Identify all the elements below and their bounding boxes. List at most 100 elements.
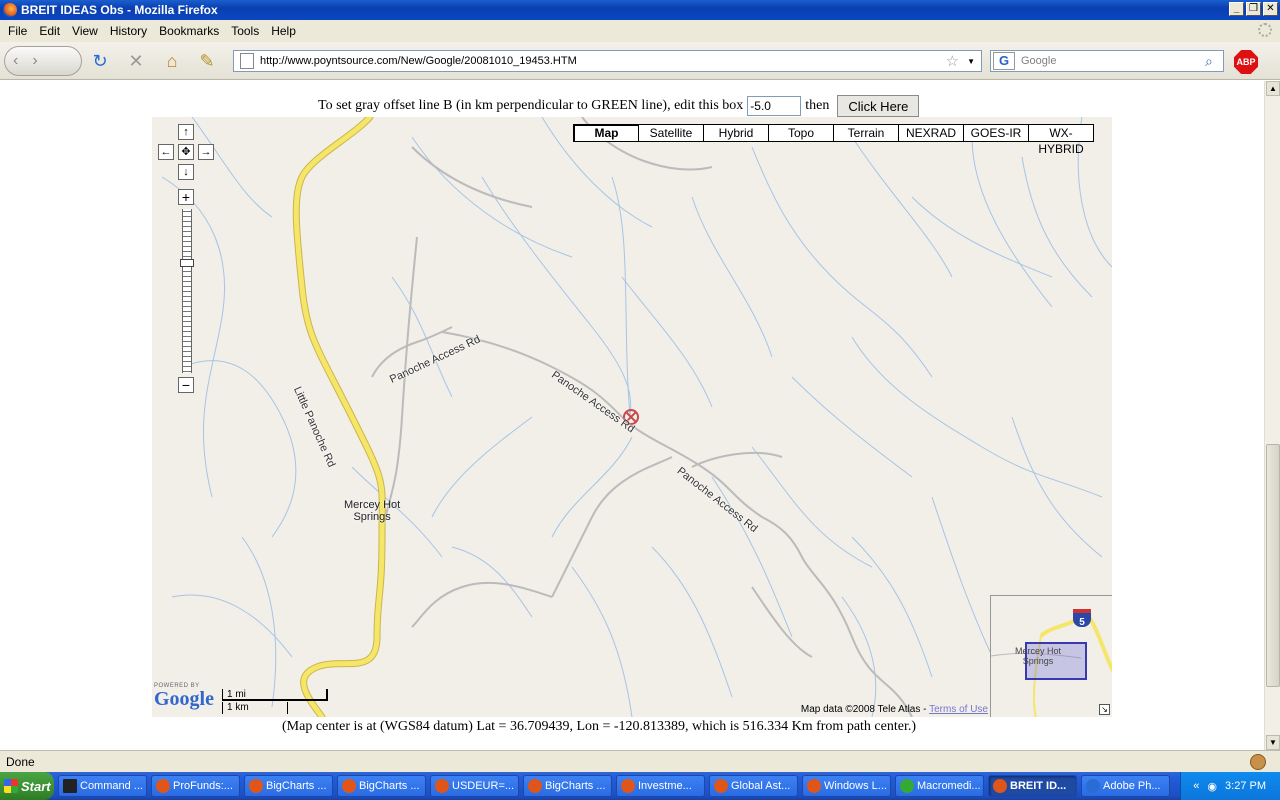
google-logo[interactable]: POWERED BY Google bbox=[154, 683, 214, 709]
google-map[interactable]: ↑ ← ✥ → ↓ + − Map Satellite Hybrid Topo … bbox=[152, 117, 1112, 717]
url-dropdown-icon[interactable]: ▼ bbox=[967, 57, 975, 66]
menu-edit[interactable]: Edit bbox=[33, 24, 66, 38]
tray-app-icon[interactable]: ◉ bbox=[1207, 780, 1217, 793]
menu-file[interactable]: File bbox=[2, 24, 33, 38]
scale-miles: 1 mi bbox=[222, 689, 328, 701]
interstate-shield-icon: 5 bbox=[1073, 609, 1091, 628]
zoom-knob[interactable] bbox=[180, 259, 194, 267]
overview-label-line1: Mercey Hot bbox=[1015, 646, 1062, 656]
pan-left-icon[interactable]: ← bbox=[158, 144, 174, 160]
taskbar-item[interactable]: BigCharts ... bbox=[523, 775, 612, 797]
zoom-in-icon[interactable]: + bbox=[178, 189, 194, 205]
menu-bar: File Edit View History Bookmarks Tools H… bbox=[0, 20, 1280, 42]
menu-history[interactable]: History bbox=[104, 24, 153, 38]
offset-input[interactable] bbox=[747, 96, 802, 116]
url-text[interactable]: http://www.poyntsource.com/New/Google/20… bbox=[260, 55, 946, 67]
minimize-button[interactable]: _ bbox=[1229, 2, 1244, 16]
menu-view[interactable]: View bbox=[66, 24, 104, 38]
bookmarklet-icon[interactable]: ✎ bbox=[197, 51, 217, 71]
menu-bookmarks[interactable]: Bookmarks bbox=[153, 24, 225, 38]
zoom-track[interactable] bbox=[182, 209, 192, 373]
macromedia-icon bbox=[900, 779, 914, 793]
taskbar-item[interactable]: ProFunds:... bbox=[151, 775, 240, 797]
maximize-button[interactable]: ❐ bbox=[1246, 2, 1261, 16]
forward-arrow-icon[interactable]: › bbox=[32, 52, 37, 70]
pan-down-icon[interactable]: ↓ bbox=[178, 164, 194, 180]
title-bar: BREIT IDEAS Obs - Mozilla Firefox _ ❐ ✕ bbox=[0, 0, 1280, 20]
map-type-nexrad[interactable]: NEXRAD bbox=[898, 124, 964, 142]
scale-km: 1 km bbox=[222, 702, 288, 714]
map-type-goes-ir[interactable]: GOES-IR bbox=[963, 124, 1029, 142]
map-center-info: (Map center is at (WGS84 datum) Lat = 36… bbox=[282, 719, 916, 734]
map-type-terrain[interactable]: Terrain bbox=[833, 124, 899, 142]
tray-expand-icon[interactable]: « bbox=[1193, 780, 1199, 792]
zoom-slider[interactable] bbox=[180, 209, 194, 373]
taskbar-item[interactable]: Adobe Ph... bbox=[1081, 775, 1170, 797]
taskbar-item[interactable]: BigCharts ... bbox=[244, 775, 333, 797]
taskbar-item-label: ProFunds:... bbox=[173, 780, 233, 792]
firefox-icon bbox=[435, 779, 449, 793]
status-addon-icon[interactable] bbox=[1250, 754, 1266, 770]
taskbar-item-label: Windows L... bbox=[824, 780, 887, 792]
pan-up-icon[interactable]: ↑ bbox=[178, 124, 194, 140]
pan-right-icon[interactable]: → bbox=[198, 144, 214, 160]
search-input[interactable]: Google bbox=[1015, 55, 1205, 67]
window-controls: _ ❐ ✕ bbox=[1229, 2, 1278, 16]
address-bar[interactable]: http://www.poyntsource.com/New/Google/20… bbox=[233, 50, 982, 72]
taskbar-item-label: USDEUR=... bbox=[452, 780, 515, 792]
map-type-map[interactable]: Map bbox=[573, 124, 639, 142]
map-type-satellite[interactable]: Satellite bbox=[638, 124, 704, 142]
taskbar-item-label: Command ... bbox=[80, 780, 143, 792]
taskbar-item-label: Global Ast... bbox=[731, 780, 791, 792]
google-search-icon[interactable]: G bbox=[993, 52, 1015, 70]
stop-icon[interactable]: ✕ bbox=[126, 51, 146, 71]
firefox-icon bbox=[156, 779, 170, 793]
offset-then-text: then bbox=[805, 98, 830, 113]
cmd-icon bbox=[63, 779, 77, 793]
map-type-topo[interactable]: Topo bbox=[768, 124, 834, 142]
taskbar-item[interactable]: Windows L... bbox=[802, 775, 891, 797]
adblock-icon[interactable]: ABP bbox=[1234, 50, 1258, 74]
taskbar-item[interactable]: Macromedi... bbox=[895, 775, 984, 797]
town-label-line2: Springs bbox=[353, 511, 391, 523]
search-bar[interactable]: G Google ⌕ bbox=[990, 50, 1224, 72]
map-type-hybrid[interactable]: Hybrid bbox=[703, 124, 769, 142]
click-here-button[interactable]: Click Here bbox=[837, 95, 920, 117]
close-button[interactable]: ✕ bbox=[1263, 2, 1278, 16]
start-button[interactable]: Start bbox=[0, 772, 54, 800]
search-icon[interactable]: ⌕ bbox=[1205, 53, 1223, 70]
zoom-out-icon[interactable]: − bbox=[178, 377, 194, 393]
firefox-icon bbox=[342, 779, 356, 793]
scroll-down-icon[interactable]: ▼ bbox=[1266, 735, 1280, 750]
taskbar-item-active[interactable]: BREIT ID... bbox=[988, 775, 1077, 797]
reload-icon[interactable]: ↻ bbox=[90, 51, 110, 71]
menu-help[interactable]: Help bbox=[265, 24, 302, 38]
taskbar-item[interactable]: USDEUR=... bbox=[430, 775, 519, 797]
back-arrow-icon[interactable]: ‹ bbox=[13, 52, 18, 70]
taskbar-item[interactable]: Command ... bbox=[58, 775, 147, 797]
menu-tools[interactable]: Tools bbox=[225, 24, 265, 38]
throbber-icon bbox=[1258, 23, 1272, 37]
terms-of-use-link[interactable]: Terms of Use bbox=[929, 704, 988, 715]
map-type-wx-hybrid[interactable]: WX-HYBRID bbox=[1028, 124, 1094, 156]
page-scrollbar[interactable]: ▲ ▼ bbox=[1264, 81, 1280, 750]
overview-label-line2: Springs bbox=[1022, 656, 1054, 666]
scroll-thumb[interactable] bbox=[1266, 444, 1280, 687]
map-type-selector: Map Satellite Hybrid Topo Terrain NEXRAD… bbox=[573, 124, 1094, 156]
bookmark-star-icon[interactable]: ☆ bbox=[946, 52, 959, 70]
taskbar-item-label: Macromedi... bbox=[917, 780, 981, 792]
pan-center-icon[interactable]: ✥ bbox=[178, 144, 194, 160]
photoshop-icon bbox=[1086, 779, 1100, 793]
taskbar-item[interactable]: BigCharts ... bbox=[337, 775, 426, 797]
taskbar-item-label: Investme... bbox=[638, 780, 692, 792]
taskbar-item[interactable]: Global Ast... bbox=[709, 775, 798, 797]
offset-instructions: To set gray offset line B (in km perpend… bbox=[318, 98, 744, 113]
home-icon[interactable]: ⌂ bbox=[162, 51, 182, 71]
overview-map[interactable]: 5 Mercey Hot Springs ↘ bbox=[990, 595, 1112, 717]
scale-bar: 1 mi 1 km bbox=[222, 689, 328, 715]
scroll-up-icon[interactable]: ▲ bbox=[1266, 81, 1280, 96]
overview-toggle-icon[interactable]: ↘ bbox=[1099, 704, 1110, 715]
status-bar: Done bbox=[0, 750, 1280, 772]
taskbar-item[interactable]: Investme... bbox=[616, 775, 705, 797]
system-tray: « ◉ 3:27 PM bbox=[1180, 772, 1280, 800]
